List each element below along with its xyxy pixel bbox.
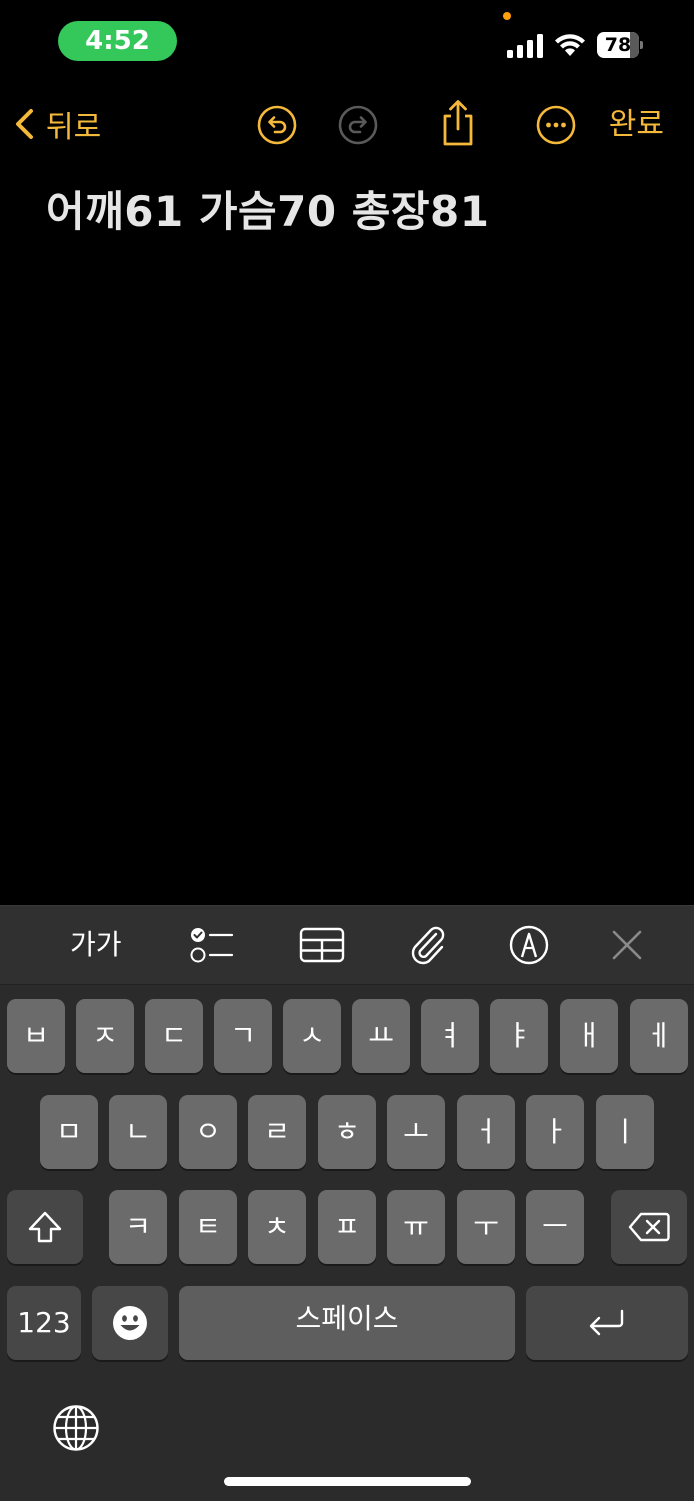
- key-u[interactable]: ㅜ: [457, 1190, 515, 1264]
- cellular-signal-icon: [507, 34, 543, 58]
- close-icon[interactable]: [610, 928, 644, 962]
- back-label: 뒤로: [46, 110, 102, 145]
- key-hieut[interactable]: ㅎ: [318, 1095, 376, 1169]
- key-eu[interactable]: ㅡ: [526, 1190, 584, 1264]
- key-tieut[interactable]: ㅌ: [179, 1190, 237, 1264]
- key-a[interactable]: ㅏ: [526, 1095, 584, 1169]
- attachment-icon[interactable]: [406, 924, 450, 966]
- table-icon[interactable]: [298, 924, 346, 966]
- backspace-icon: [628, 1212, 670, 1242]
- checklist-icon[interactable]: [188, 924, 236, 966]
- key-bieup[interactable]: ㅂ: [7, 999, 65, 1073]
- keyboard: 가가 ㅂ ㅈ ㄷ ㄱ ㅅ ㅛ ㅕ ㅑ ㅐ ㅔ ㅁ ㄴ ㅇ ㄹ ㅎ ㅗ ㅓ ㅏ ㅣ…: [0, 905, 694, 1501]
- battery-percentage: 78: [604, 34, 632, 56]
- key-yu[interactable]: ㅠ: [387, 1190, 445, 1264]
- key-nieun[interactable]: ㄴ: [109, 1095, 167, 1169]
- key-yo[interactable]: ㅛ: [352, 999, 410, 1073]
- done-button[interactable]: 완료: [609, 104, 664, 146]
- status-time[interactable]: 4:52: [58, 21, 177, 61]
- globe-icon[interactable]: [52, 1404, 100, 1452]
- privacy-indicator-dot: [503, 12, 511, 20]
- notes-toolbar: 뒤로 완료: [0, 90, 694, 160]
- battery-indicator: 78: [597, 32, 643, 58]
- key-ae[interactable]: ㅐ: [560, 999, 618, 1073]
- chevron-left-icon: [16, 109, 33, 139]
- shift-icon: [28, 1211, 62, 1243]
- key-rieul[interactable]: ㄹ: [248, 1095, 306, 1169]
- more-icon[interactable]: [535, 104, 577, 146]
- return-icon: [589, 1309, 624, 1336]
- text-format-button[interactable]: 가가: [70, 924, 122, 966]
- key-i[interactable]: ㅣ: [596, 1095, 654, 1169]
- battery-cap: [640, 41, 643, 49]
- keyboard-accessory-bar: 가가: [0, 906, 694, 985]
- undo-icon[interactable]: [256, 104, 298, 146]
- key-e[interactable]: ㅔ: [630, 999, 688, 1073]
- battery-empty-part: [629, 32, 639, 58]
- key-o[interactable]: ㅗ: [387, 1095, 445, 1169]
- key-kieuk[interactable]: ㅋ: [109, 1190, 167, 1264]
- share-icon[interactable]: [437, 98, 479, 148]
- emoji-icon: [113, 1306, 147, 1340]
- key-chieut[interactable]: ㅊ: [248, 1190, 306, 1264]
- key-mieum[interactable]: ㅁ: [40, 1095, 98, 1169]
- key-giyeok[interactable]: ㄱ: [214, 999, 272, 1073]
- home-indicator[interactable]: [224, 1477, 471, 1486]
- wifi-icon: [555, 34, 585, 56]
- redo-icon[interactable]: [337, 104, 379, 146]
- emoji-key[interactable]: [92, 1286, 168, 1360]
- key-eo[interactable]: ㅓ: [457, 1095, 515, 1169]
- shift-key[interactable]: [7, 1190, 83, 1264]
- key-yeo[interactable]: ㅕ: [421, 999, 479, 1073]
- key-digeut[interactable]: ㄷ: [145, 999, 203, 1073]
- key-ya[interactable]: ㅑ: [490, 999, 548, 1073]
- battery-body: 78: [597, 32, 639, 58]
- back-button[interactable]: 뒤로: [14, 100, 101, 148]
- delete-key[interactable]: [611, 1190, 687, 1264]
- key-jieut[interactable]: ㅈ: [76, 999, 134, 1073]
- note-text[interactable]: 어깨61 가슴70 총장81: [46, 178, 666, 239]
- space-bar[interactable]: 스페이스: [179, 1286, 515, 1360]
- status-bar: 4:52 78: [0, 0, 694, 84]
- markup-icon[interactable]: [508, 924, 550, 966]
- key-siot[interactable]: ㅅ: [283, 999, 341, 1073]
- numbers-key[interactable]: 123: [7, 1286, 81, 1360]
- key-pieup[interactable]: ㅍ: [318, 1190, 376, 1264]
- key-ieung[interactable]: ㅇ: [179, 1095, 237, 1169]
- return-key[interactable]: [526, 1286, 688, 1360]
